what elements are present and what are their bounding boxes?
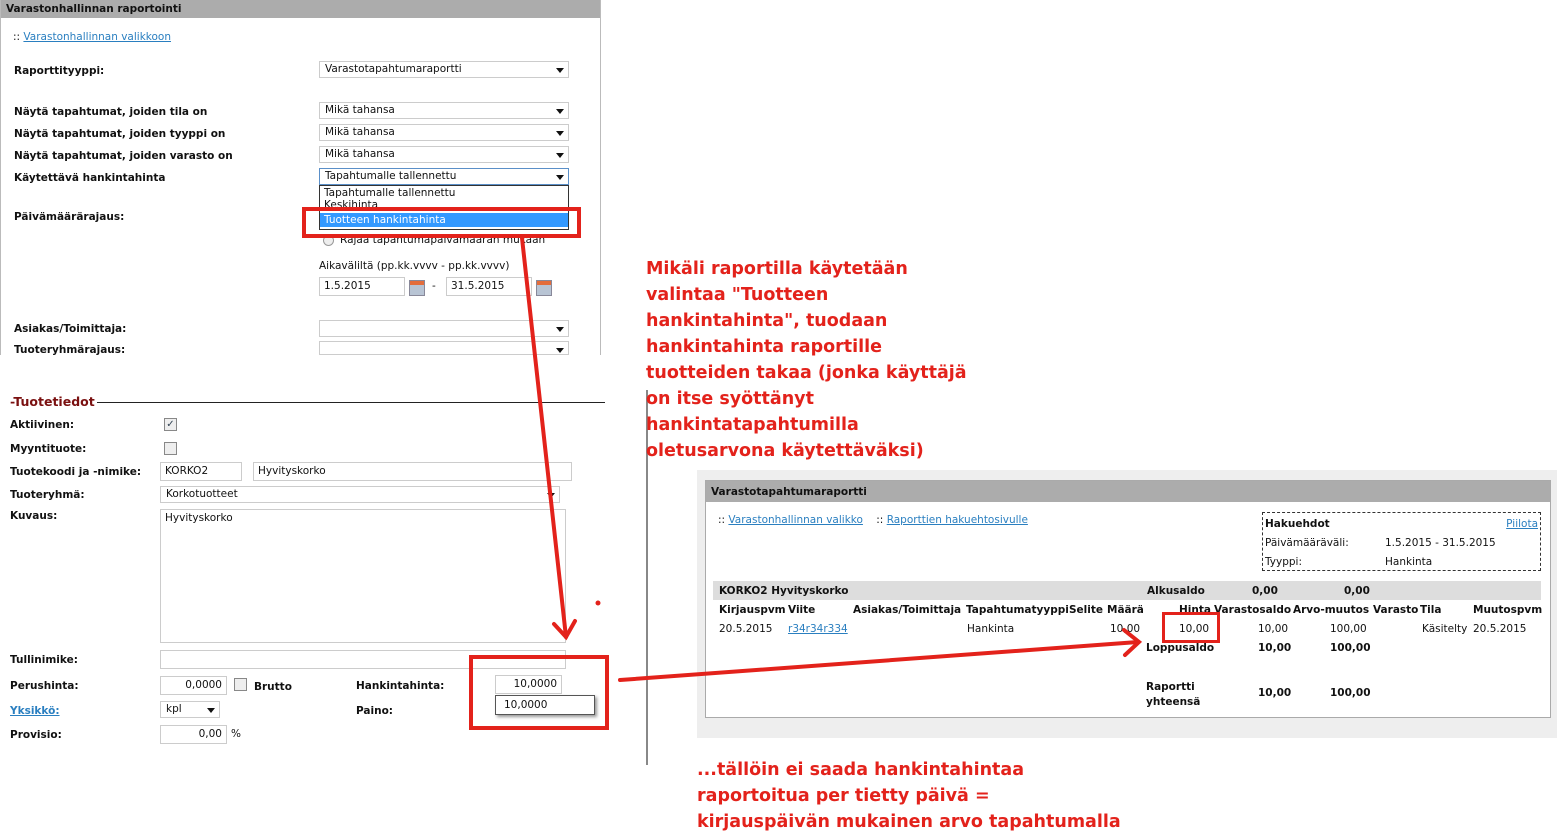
arrow-right-icon: [618, 640, 1140, 682]
arrow-down-icon: [520, 236, 568, 639]
dot-mark: [595, 600, 601, 606]
arrows-overlay: [520, 236, 1143, 682]
